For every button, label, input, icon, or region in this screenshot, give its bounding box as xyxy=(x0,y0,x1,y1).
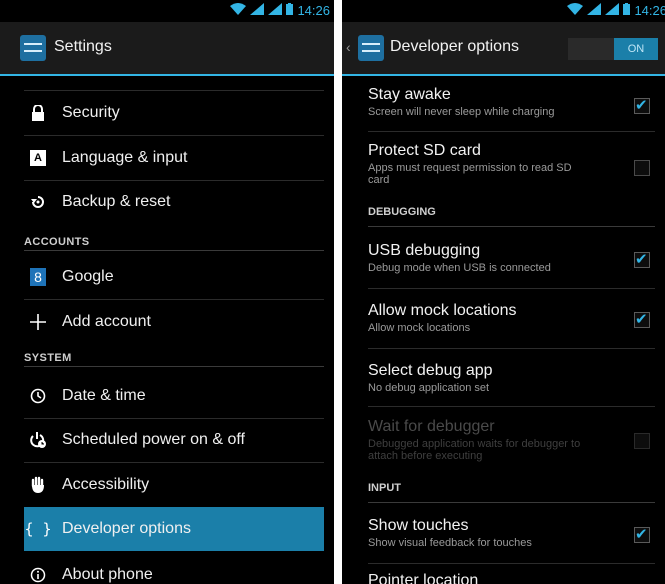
settings-item-google[interactable]: 8 Google xyxy=(24,255,324,299)
section-debugging: DEBUGGING xyxy=(368,206,655,227)
settings-item-label: Add account xyxy=(62,313,151,330)
pref-select-debug-app[interactable]: Select debug app No debug application se… xyxy=(368,362,655,394)
pref-allow-mock-locations[interactable]: Allow mock locations Allow mock location… xyxy=(368,302,655,334)
pref-title: Wait for debugger xyxy=(368,418,495,435)
pref-title: Select debug app xyxy=(368,362,493,379)
keyboard-icon: A xyxy=(24,150,52,166)
pref-subtitle: Debugged application waits for debugger … xyxy=(368,438,581,462)
wifi-icon xyxy=(230,3,247,18)
settings-item-label: Scheduled power on & off xyxy=(62,431,245,448)
pref-subtitle: Apps must request permission to read SD … xyxy=(368,162,572,186)
pref-protect-sd-card[interactable]: Protect SD card Apps must request permis… xyxy=(368,142,655,186)
pref-subtitle: Show visual feedback for touches xyxy=(368,537,532,549)
pref-usb-debugging[interactable]: USB debugging Debug mode when USB is con… xyxy=(368,242,655,274)
battery-icon xyxy=(286,3,294,18)
developer-options-toggle[interactable]: ON xyxy=(568,38,658,60)
page-title: Developer options xyxy=(390,38,519,55)
settings-item-label: Accessibility xyxy=(62,476,150,493)
pref-title: Stay awake xyxy=(368,86,451,103)
pref-show-touches[interactable]: Show touches Show visual feedback for to… xyxy=(368,517,655,549)
settings-item-backup[interactable]: Backup & reset xyxy=(24,180,324,224)
stay-awake-checkbox[interactable] xyxy=(634,96,650,114)
pref-title: Show touches xyxy=(368,517,469,534)
settings-screen: 14:26 Settings Security A Language & inp… xyxy=(0,0,334,584)
clock-icon xyxy=(24,388,52,404)
settings-item-label: Language & input xyxy=(62,149,188,166)
signal-icon-2 xyxy=(268,3,283,18)
developer-options-screen: 14:26 ‹ Developer options ON Stay awake … xyxy=(342,0,665,584)
pref-title: Allow mock locations xyxy=(368,302,517,319)
pref-pointer-location[interactable]: Pointer location xyxy=(368,572,655,584)
google-icon: 8 xyxy=(24,268,52,286)
pref-subtitle: Allow mock locations xyxy=(368,322,471,334)
settings-item-date-time[interactable]: Date & time xyxy=(24,374,324,418)
settings-item-scheduled-power[interactable]: Scheduled power on & off xyxy=(24,418,324,462)
section-input: INPUT xyxy=(368,482,655,503)
show-touches-checkbox[interactable] xyxy=(634,525,650,543)
status-time: 14:26 xyxy=(297,3,330,18)
wifi-icon xyxy=(567,3,584,18)
protect-sd-card-checkbox[interactable] xyxy=(634,160,650,176)
settings-item-label: Security xyxy=(62,104,120,121)
settings-item-label: Developer options xyxy=(62,520,191,537)
allow-mock-locations-checkbox[interactable] xyxy=(634,310,650,328)
pref-title: Pointer location xyxy=(368,572,479,584)
battery-icon xyxy=(623,3,631,18)
hand-icon xyxy=(24,476,52,494)
signal-icon-2 xyxy=(605,3,620,18)
settings-item-label: Date & time xyxy=(62,387,146,404)
status-bar: 14:26 xyxy=(342,0,665,22)
braces-icon: { } xyxy=(24,520,52,538)
wait-for-debugger-checkbox xyxy=(634,433,650,449)
settings-item-label: About phone xyxy=(62,566,153,583)
backup-icon xyxy=(24,194,52,210)
action-bar: ‹ Developer options ON xyxy=(342,22,665,76)
settings-item-accessibility[interactable]: Accessibility xyxy=(24,463,324,507)
pref-title: USB debugging xyxy=(368,242,481,259)
settings-list: Security A Language & input Backup & res… xyxy=(0,76,334,584)
status-bar: 14:26 xyxy=(0,0,334,22)
settings-app-icon[interactable] xyxy=(358,35,384,61)
lock-icon xyxy=(24,105,52,121)
pref-stay-awake[interactable]: Stay awake Screen will never sleep while… xyxy=(368,86,655,118)
settings-item-about-phone[interactable]: About phone xyxy=(24,553,324,584)
toggle-on-label: ON xyxy=(614,38,658,60)
settings-item-language[interactable]: A Language & input xyxy=(24,136,324,180)
section-accounts: ACCOUNTS xyxy=(24,226,324,251)
signal-icon xyxy=(250,3,265,18)
action-bar: Settings xyxy=(0,22,334,76)
settings-app-icon[interactable] xyxy=(20,35,46,61)
back-caret-icon[interactable]: ‹ xyxy=(346,39,351,55)
settings-item-label: Backup & reset xyxy=(62,193,171,210)
pref-title: Protect SD card xyxy=(368,142,481,159)
settings-item-security[interactable]: Security xyxy=(24,91,324,135)
pref-subtitle: Screen will never sleep while charging xyxy=(368,106,555,118)
pref-subtitle: No debug application set xyxy=(368,382,490,394)
pref-wait-for-debugger: Wait for debugger Debugged application w… xyxy=(368,418,655,462)
settings-item-add-account[interactable]: Add account xyxy=(24,300,324,344)
developer-options-list: Stay awake Screen will never sleep while… xyxy=(342,76,665,584)
usb-debugging-checkbox[interactable] xyxy=(634,250,650,268)
power-schedule-icon xyxy=(24,431,52,449)
status-time: 14:26 xyxy=(634,3,665,18)
settings-item-label: Google xyxy=(62,268,114,285)
info-icon xyxy=(24,567,52,583)
plus-icon xyxy=(24,313,52,331)
signal-icon xyxy=(587,3,602,18)
page-title: Settings xyxy=(54,38,112,55)
settings-item-developer-options[interactable]: { } Developer options xyxy=(24,507,324,551)
pref-subtitle: Debug mode when USB is connected xyxy=(368,262,551,274)
section-system: SYSTEM xyxy=(24,342,324,367)
